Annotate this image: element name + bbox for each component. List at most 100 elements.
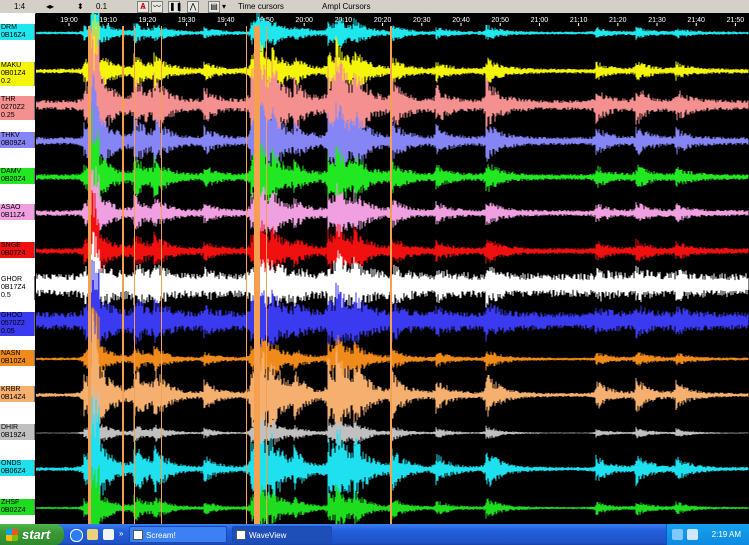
channel-code: 0B06Z4 [1, 468, 26, 475]
time-tick-label: 21:40 [687, 17, 705, 24]
channel-name: DAMV [1, 168, 22, 175]
channel-label-thkv[interactable]: THKV 0B09Z4 [0, 132, 35, 148]
channel-code: 0B14Z4 [1, 394, 26, 401]
dropdown-icon[interactable]: ▾ [222, 1, 226, 12]
channel-scale: 0.05 [1, 328, 15, 335]
seismogram-plot[interactable]: 19:00 19:10 19:20 19:30 19:40 19:50 20:00 20:10… [36, 13, 749, 524]
time-tick-label: 20:30 [413, 17, 431, 24]
channel-name: THR [1, 96, 16, 103]
time-tick-label: 21:00 [531, 17, 549, 24]
time-tick-label: 19:30 [178, 17, 196, 24]
channel-code: 0B02Z4 [1, 507, 26, 514]
channel-label-krbr[interactable]: KRBR 0B14Z4 [0, 386, 35, 402]
network-icon[interactable] [672, 529, 683, 540]
channel-code: 0270Z2 [1, 104, 25, 111]
channel-scale: 0.25 [1, 112, 15, 119]
start-button[interactable]: start [0, 524, 64, 545]
channel-name: MAKU [1, 62, 22, 69]
sound-icon[interactable] [687, 529, 698, 540]
time-tick-label: 20:50 [491, 17, 509, 24]
chevron-icon[interactable]: » [119, 528, 123, 539]
time-cursor-line[interactable] [122, 26, 124, 524]
windows-flag-icon [6, 529, 18, 541]
time-cursor-line[interactable] [161, 26, 162, 524]
channel-label-damv[interactable]: DAMV 0B20Z4 [0, 168, 35, 184]
time-tick-label: 19:00 [60, 17, 78, 24]
channel-label-maku[interactable]: MAKU 0B01Z4 0.2 [0, 62, 35, 86]
internet-explorer-icon[interactable] [70, 529, 83, 542]
channel-label-zhsf[interactable]: ZHSF 0B02Z4 [0, 499, 35, 515]
time-tick-label: 19:20 [139, 17, 157, 24]
channel-code: 0570Z2 [1, 320, 25, 327]
time-cursor-line[interactable] [88, 26, 91, 524]
ampl-cursors-toggle[interactable]: Ampl Cursors [322, 1, 370, 12]
time-cursor-line[interactable] [390, 26, 392, 524]
scream-app-icon [133, 530, 143, 540]
time-tick-label: 20:40 [452, 17, 470, 24]
channel-code: 0B11Z4 [1, 212, 25, 219]
channel-label-ghor[interactable]: GHOR 0B17Z4 0.5 [0, 276, 35, 300]
spectrum-icon[interactable]: ⋀ [187, 1, 199, 13]
time-cursor-line[interactable] [246, 26, 247, 524]
channel-label-nasn[interactable]: NASN 0B10Z4 [0, 350, 35, 366]
channel-label-drm[interactable]: DRM 0B16Z4 [0, 24, 35, 40]
channel-name: ONDS [1, 460, 22, 467]
channel-scale: 0.5 [1, 292, 11, 299]
print-icon[interactable]: ▤ [208, 1, 220, 13]
time-tick-label: 19:10 [99, 17, 117, 24]
taskbar: start » Scream! WaveView 2:19 AM [0, 524, 749, 545]
channel-code: 0B20Z4 [1, 176, 26, 183]
channel-label-dhir[interactable]: DHIR 0B19Z4 [0, 424, 35, 440]
desktop-icon[interactable] [103, 529, 114, 540]
channel-scale: 0.2 [1, 78, 11, 85]
zoom-ratio[interactable]: 1:4 [14, 1, 25, 12]
channel-name: SNGE [1, 242, 21, 249]
waveview-app-icon [236, 530, 246, 540]
channel-code: 0B19Z4 [1, 432, 26, 439]
time-cursors-toggle[interactable]: Time cursors [238, 1, 284, 12]
channel-name: KRBR [1, 386, 21, 393]
task-waveview-label: WaveView [249, 531, 287, 540]
channel-name: THKV [1, 132, 20, 139]
system-tray: 2:19 AM [666, 524, 749, 545]
channel-code: 0B10Z4 [1, 358, 26, 365]
time-tick-label: 20:00 [295, 17, 313, 24]
time-tick-label: 21:30 [648, 17, 666, 24]
channel-name: ZHSF [1, 499, 20, 506]
channel-label-panel: DRM 0B16Z4 MAKU 0B01Z4 0.2 THR 0270Z2 0.25 THKV 0… [0, 13, 35, 524]
time-cursor-line[interactable] [134, 26, 135, 524]
channel-code: 0B16Z4 [1, 32, 26, 39]
time-tick-label: 21:20 [609, 17, 627, 24]
time-cursor-line[interactable] [266, 26, 267, 524]
filter-icon[interactable]: Ѧ [137, 1, 149, 13]
channel-name: DRM [1, 24, 17, 31]
task-scream-label: Scream! [146, 531, 176, 540]
channel-code: 0B07Z4 [1, 250, 26, 257]
channel-name: GHOR [1, 276, 22, 283]
time-tick-label: 21:10 [570, 17, 588, 24]
zoom-vertical-icon[interactable]: ⬍ [77, 1, 84, 12]
channel-name: ASAO [1, 204, 21, 211]
channel-label-onds[interactable]: ONDS 0B06Z4 [0, 460, 35, 476]
channel-code: 0B01Z4 [1, 70, 26, 77]
channel-code: 0B09Z4 [1, 140, 26, 147]
clock: 2:19 AM [711, 530, 741, 539]
channel-label-ghoo[interactable]: GHOO 0570Z2 0.05 [0, 312, 35, 336]
pause-icon[interactable]: ❚❚ [168, 1, 182, 13]
zoom-horizontal-icon[interactable]: ◂▸ [46, 1, 54, 12]
waveform-icon[interactable]: 〰 [151, 1, 163, 13]
channel-code: 0B17Z4 [1, 284, 26, 291]
time-cursor-line[interactable] [254, 26, 260, 524]
task-waveview[interactable]: WaveView [232, 526, 332, 543]
channel-label-snge[interactable]: SNGE 0B07Z4 [0, 242, 35, 258]
channel-name: GHOO [1, 312, 23, 319]
channel-label-thr[interactable]: THR 0270Z2 0.25 [0, 96, 35, 120]
channel-name: NASN [1, 350, 21, 357]
task-scream[interactable]: Scream! [129, 526, 227, 543]
channel-label-asao[interactable]: ASAO 0B11Z4 [0, 204, 35, 220]
step-value[interactable]: 0.1 [96, 1, 107, 12]
time-tick-label: 20:20 [374, 17, 392, 24]
toolbar: 1:4 ◂▸ ⬍ 0.1 Ѧ 〰 ❚❚ ⋀ ▤ ▾ Time cursors A… [0, 0, 749, 14]
folder-icon[interactable] [87, 529, 98, 540]
time-tick-label: 19:40 [217, 17, 235, 24]
